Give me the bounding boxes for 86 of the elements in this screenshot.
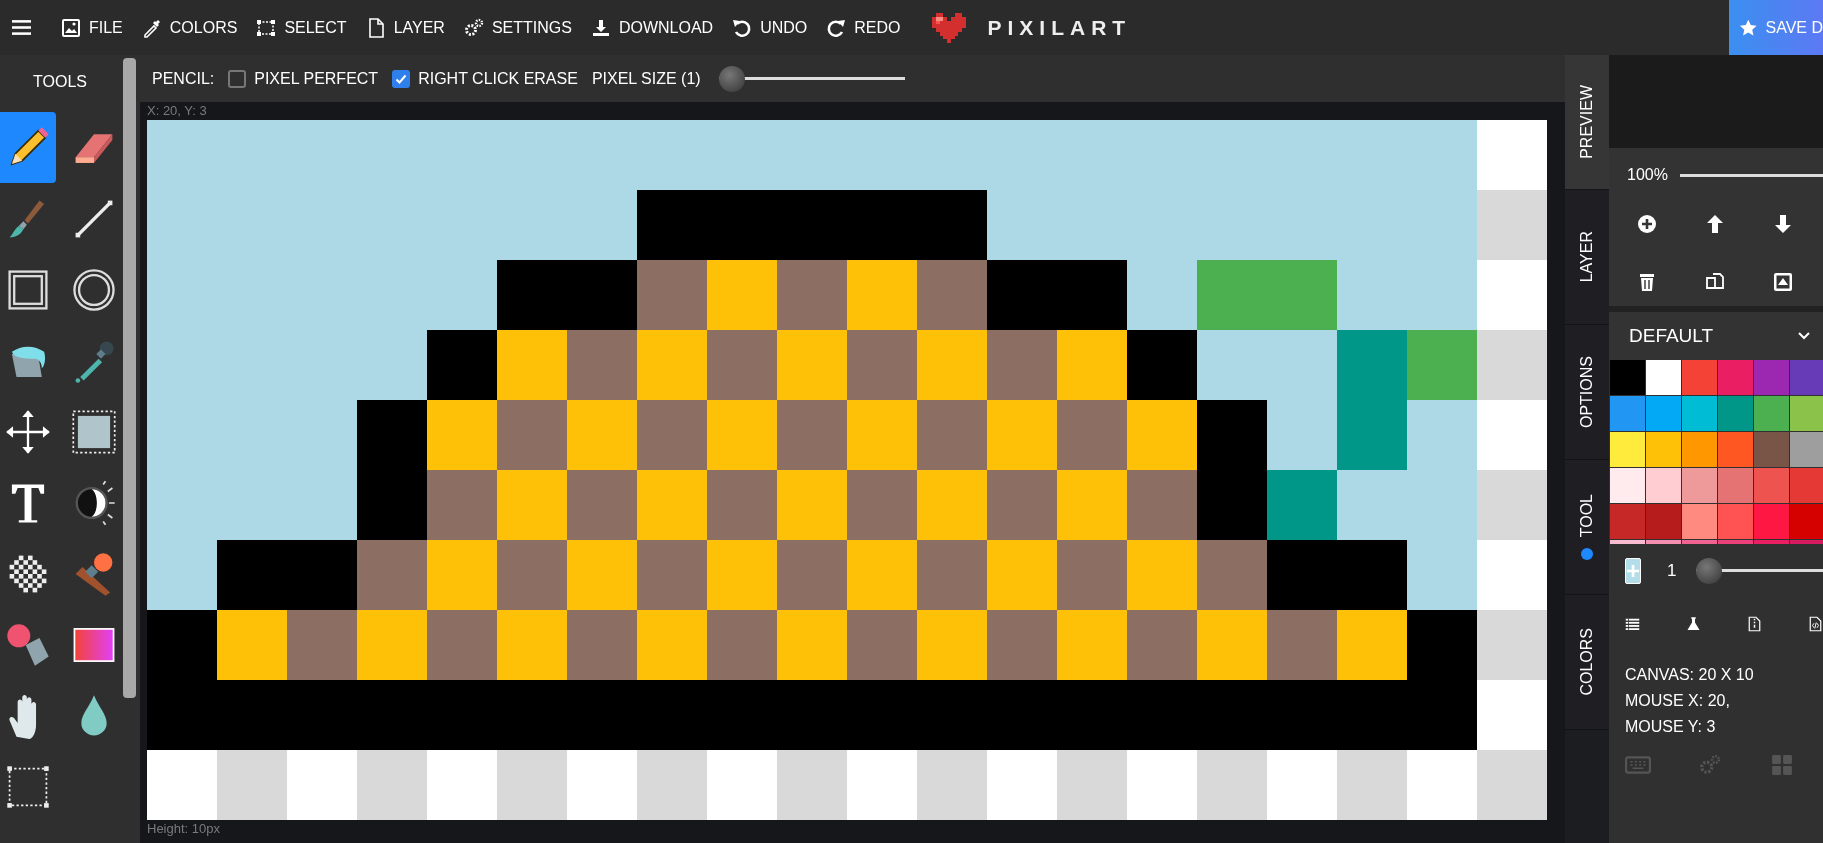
color-swatch[interactable] bbox=[1790, 504, 1823, 539]
tool-button[interactable] bbox=[0, 112, 56, 183]
logo-text: PIXILART bbox=[987, 15, 1132, 40]
heart-logo-icon bbox=[931, 12, 966, 43]
download-icon bbox=[590, 17, 611, 38]
slider-label: PIXEL SIZE (1) bbox=[591, 69, 701, 88]
info-text: MOUSE Y: 3 bbox=[1625, 717, 1717, 737]
color-swatch[interactable] bbox=[1754, 468, 1789, 503]
panel-title: TOOLS bbox=[32, 72, 88, 92]
color-swatch[interactable] bbox=[1718, 360, 1753, 395]
trash-icon[interactable] bbox=[1637, 272, 1657, 292]
keyboard-icon[interactable] bbox=[1625, 754, 1651, 776]
info-text: MOUSE X: 20, bbox=[1625, 691, 1731, 711]
menu-icon[interactable] bbox=[12, 20, 31, 35]
redo-icon bbox=[826, 17, 847, 38]
code-file-icon[interactable] bbox=[1808, 614, 1823, 634]
save-button[interactable]: SAVE D bbox=[1729, 0, 1823, 55]
side-tab[interactable]: PREVIEW bbox=[1565, 55, 1609, 190]
image-icon bbox=[61, 17, 81, 38]
zoom-slider[interactable] bbox=[1679, 173, 1823, 177]
color-swatch[interactable] bbox=[1610, 360, 1645, 395]
circle-icon bbox=[71, 266, 117, 313]
color-swatch[interactable] bbox=[1610, 396, 1645, 431]
chevron-down-icon bbox=[1797, 331, 1811, 341]
menu-item[interactable]: UNDO bbox=[732, 7, 808, 48]
color-swatch[interactable] bbox=[1610, 432, 1645, 467]
plus-icon bbox=[1626, 564, 1640, 578]
tool-label: PENCIL: bbox=[152, 69, 215, 88]
brush-size-value: 1 bbox=[1667, 561, 1677, 581]
color-swatch[interactable] bbox=[1682, 504, 1717, 539]
star-icon bbox=[1739, 17, 1758, 38]
menu-item[interactable]: DOWNLOAD bbox=[590, 7, 714, 48]
move-arrows-icon bbox=[5, 408, 51, 455]
brush-size-slider[interactable] bbox=[1696, 558, 1823, 584]
add-circle-icon[interactable] bbox=[1637, 214, 1657, 234]
menu-item[interactable]: REDO bbox=[826, 7, 901, 48]
info-text: CANVAS: 20 X 10 bbox=[1625, 665, 1755, 685]
color-swatch[interactable] bbox=[1682, 396, 1717, 431]
color-swatch[interactable] bbox=[1646, 396, 1681, 431]
eyedropper-icon bbox=[141, 17, 162, 38]
color-swatch[interactable] bbox=[1754, 360, 1789, 395]
arrow-down-icon[interactable] bbox=[1773, 214, 1793, 234]
menu-item[interactable]: FILE bbox=[61, 7, 123, 48]
color-swatch[interactable] bbox=[1790, 432, 1823, 467]
menu-item[interactable]: SETTINGS bbox=[463, 7, 572, 48]
selection-square-icon bbox=[71, 408, 117, 455]
pixel-canvas[interactable] bbox=[147, 120, 1547, 820]
triangle-box-icon[interactable] bbox=[1773, 272, 1793, 292]
grid-icon[interactable] bbox=[1769, 754, 1795, 776]
color-swatch[interactable] bbox=[1718, 396, 1753, 431]
menu-item[interactable]: COLORS bbox=[141, 7, 238, 48]
copy-icon[interactable] bbox=[1705, 272, 1725, 292]
color-swatch[interactable] bbox=[1646, 432, 1681, 467]
color-swatch[interactable] bbox=[1754, 504, 1789, 539]
checkbox-label[interactable]: RIGHT CLICK ERASE bbox=[418, 69, 578, 88]
color-swatch[interactable] bbox=[1610, 504, 1645, 539]
zoom-label: 100% bbox=[1627, 166, 1668, 184]
menu-item[interactable]: LAYER bbox=[365, 7, 445, 48]
color-swatch[interactable] bbox=[1790, 468, 1823, 503]
color-swatch[interactable] bbox=[1718, 504, 1753, 539]
canvas-height-label: Height: 10px bbox=[147, 822, 221, 836]
color-swatch[interactable] bbox=[1682, 432, 1717, 467]
color-swatch[interactable] bbox=[1754, 432, 1789, 467]
color-swatch[interactable] bbox=[1718, 468, 1753, 503]
selection-icon bbox=[256, 17, 277, 38]
pixel-size-slider[interactable] bbox=[718, 65, 905, 92]
checkbox[interactable] bbox=[228, 69, 247, 88]
checkbox-label[interactable]: PIXEL PERFECT bbox=[254, 69, 379, 88]
checkbox[interactable] bbox=[392, 69, 411, 88]
color-swatch[interactable] bbox=[1790, 360, 1823, 395]
color-swatch[interactable] bbox=[1682, 360, 1717, 395]
zip-file-icon[interactable] bbox=[1747, 614, 1762, 634]
color-swatch[interactable] bbox=[1646, 360, 1681, 395]
color-swatch[interactable] bbox=[1610, 468, 1645, 503]
color-swatch[interactable] bbox=[1646, 468, 1681, 503]
arrow-up-icon[interactable] bbox=[1705, 214, 1725, 234]
undo-icon bbox=[732, 17, 753, 38]
scrollbar[interactable] bbox=[123, 58, 136, 698]
cursor-coordinates: X: 20, Y: 3 bbox=[147, 104, 208, 118]
color-swatch[interactable] bbox=[1754, 396, 1789, 431]
color-swatch[interactable] bbox=[1718, 432, 1753, 467]
color-swatch[interactable] bbox=[1790, 396, 1823, 431]
color-swatch[interactable] bbox=[1646, 504, 1681, 539]
marquee-icon bbox=[5, 763, 51, 810]
menu-item[interactable]: SELECT bbox=[256, 7, 347, 48]
color-swatch[interactable] bbox=[1682, 468, 1717, 503]
